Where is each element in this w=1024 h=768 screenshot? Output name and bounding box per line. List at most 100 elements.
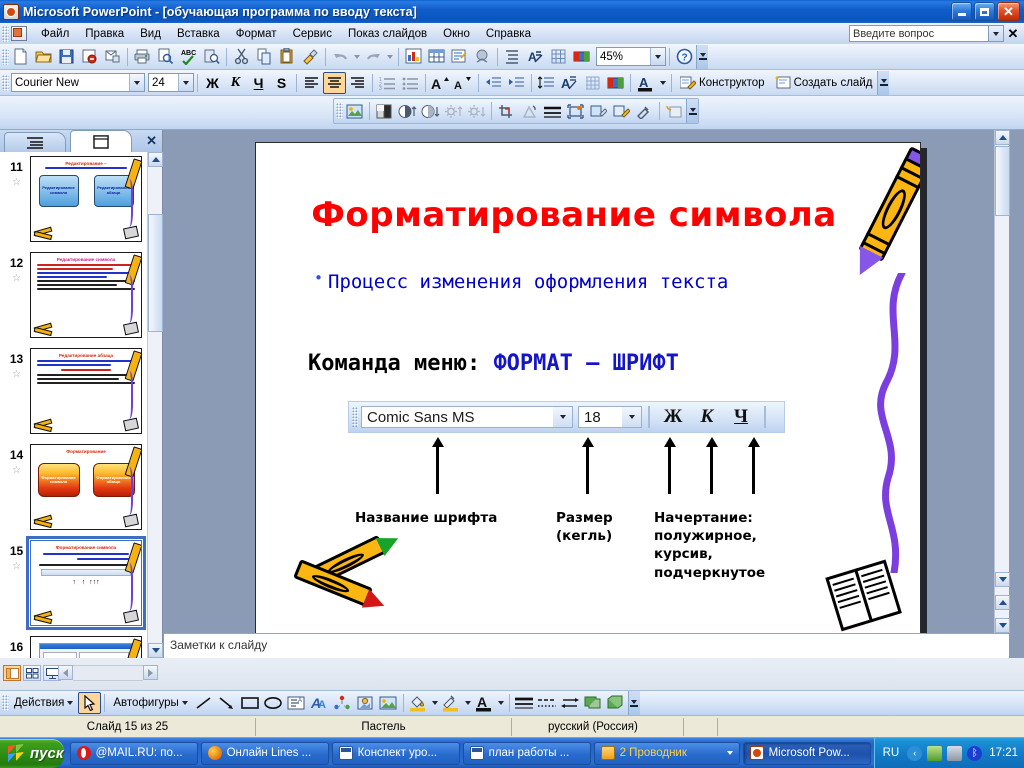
picture-icon[interactable]: [377, 692, 400, 714]
bulleted-list-icon[interactable]: [399, 72, 422, 94]
ask-question-dropdown[interactable]: [989, 25, 1004, 42]
decrease-line-spacing-icon[interactable]: A: [558, 72, 581, 94]
redo-dropdown-icon[interactable]: [385, 46, 395, 68]
menu-item-format[interactable]: Формат: [228, 25, 285, 43]
design-button[interactable]: Конструктор: [675, 74, 770, 92]
set-transparent-color-icon[interactable]: [633, 100, 656, 122]
shadow-style-icon[interactable]: [582, 692, 605, 714]
taskbar-item-powerpoint[interactable]: Microsoft Pow...: [742, 741, 871, 765]
recolor-picture-icon[interactable]: [587, 100, 610, 122]
list-item[interactable]: 12 ☆ Редактирование символа: [0, 252, 148, 348]
color-scheme-icon[interactable]: [570, 46, 593, 68]
font-size-dropdown-arrow[interactable]: [178, 74, 193, 91]
text-box-icon[interactable]: A: [285, 692, 308, 714]
slides-tab[interactable]: [70, 130, 132, 152]
drawing-toolbar-grip[interactable]: [2, 695, 9, 711]
thumbnail-image[interactable]: Редактирование – Редактирование символа …: [30, 156, 142, 242]
system-icon[interactable]: [947, 745, 963, 761]
zoom-dropdown-arrow[interactable]: [650, 48, 665, 65]
standard-toolbar-overflow[interactable]: [696, 44, 708, 69]
rotate-left-icon[interactable]: [518, 100, 541, 122]
increase-font-icon[interactable]: A: [429, 72, 452, 94]
slide-sorter-view-button[interactable]: [23, 665, 41, 681]
menu-item-help[interactable]: Справка: [478, 25, 539, 43]
slide-command-line[interactable]: Команда меню: ФОРМАТ – ШРИФТ: [308, 351, 908, 376]
color-icon[interactable]: [373, 100, 396, 122]
menu-item-window[interactable]: Окно: [435, 25, 478, 43]
actions-menu-button[interactable]: Действия: [9, 695, 78, 711]
thumbnail-image[interactable]: [30, 636, 142, 658]
insert-picture-icon[interactable]: [343, 100, 366, 122]
less-brightness-icon[interactable]: [465, 100, 488, 122]
line-style-icon[interactable]: [541, 100, 564, 122]
menu-item-tools[interactable]: Сервис: [285, 25, 340, 43]
language-indicator[interactable]: RU: [883, 747, 900, 759]
insert-hyperlink-icon[interactable]: [471, 46, 494, 68]
previous-slide-button[interactable]: [995, 595, 1010, 610]
font-color-icon[interactable]: A: [473, 692, 496, 714]
new-slide-button[interactable]: Создать слайд: [770, 74, 878, 92]
close-document-button[interactable]: ✕: [1004, 26, 1022, 42]
font-name-combo[interactable]: Courier New: [11, 73, 145, 92]
select-objects-icon[interactable]: [78, 692, 102, 714]
arrow-style-icon[interactable]: [559, 692, 582, 714]
network-icon[interactable]: [927, 745, 943, 761]
3d-style-icon[interactable]: [605, 692, 628, 714]
autoshapes-menu-button[interactable]: Автофигуры: [108, 695, 192, 711]
arrow-icon[interactable]: [216, 692, 239, 714]
close-button[interactable]: ✕: [997, 2, 1020, 21]
taskbar-item-mailru[interactable]: @MAIL.RU: по...: [69, 741, 198, 765]
permission-icon[interactable]: [78, 46, 101, 68]
spelling-icon[interactable]: ABC: [177, 46, 200, 68]
decrease-font-icon[interactable]: A: [452, 72, 475, 94]
undo-icon[interactable]: [329, 46, 352, 68]
print-preview-icon[interactable]: [154, 46, 177, 68]
increase-indent-icon[interactable]: [505, 72, 528, 94]
italic-button[interactable]: К: [224, 72, 247, 94]
next-slide-button[interactable]: [995, 618, 1010, 633]
show-hidden-icon[interactable]: ‹: [907, 745, 923, 761]
thumbnail-image-selected[interactable]: Форматирование символа ↑ ↑ ↑↑↑: [26, 536, 146, 630]
menu-item-insert[interactable]: Вставка: [169, 25, 228, 43]
annotation-font-style[interactable]: Начертание: полужирное, курсив, подчеркн…: [654, 509, 765, 582]
line-style-icon[interactable]: [513, 692, 536, 714]
scroll-down-button[interactable]: [148, 643, 163, 658]
font-color-icon[interactable]: A: [634, 72, 657, 94]
menu-item-view[interactable]: Вид: [132, 25, 169, 43]
minimize-button[interactable]: [951, 2, 972, 21]
outline-tab[interactable]: [4, 132, 66, 152]
restore-button[interactable]: [974, 2, 995, 21]
list-item[interactable]: 11 ☆ Редактирование – Редактирование сим…: [0, 156, 148, 252]
menu-item-edit[interactable]: Правка: [77, 25, 132, 43]
list-item[interactable]: 16 ☆: [0, 636, 148, 658]
thumbnail-scrollbar[interactable]: [147, 152, 163, 658]
show-formatting-icon[interactable]: A: [524, 46, 547, 68]
format-picture-icon[interactable]: [610, 100, 633, 122]
list-item[interactable]: 14 ☆ Форматирование Форматирование симво…: [0, 444, 148, 540]
insert-table-icon[interactable]: [425, 46, 448, 68]
less-contrast-icon[interactable]: [419, 100, 442, 122]
menu-item-file[interactable]: Файл: [33, 25, 77, 43]
normal-view-button[interactable]: [3, 665, 21, 681]
thumbnail-list[interactable]: 11 ☆ Редактирование – Редактирование сим…: [0, 152, 148, 658]
paste-icon[interactable]: [276, 46, 299, 68]
help-icon[interactable]: ?: [673, 46, 696, 68]
wordart-icon[interactable]: AA: [308, 692, 331, 714]
align-left-icon[interactable]: [300, 72, 323, 94]
diagram-icon[interactable]: [331, 692, 354, 714]
new-icon[interactable]: [9, 46, 32, 68]
line-spacing-icon[interactable]: [535, 72, 558, 94]
ask-question-input[interactable]: Введите вопрос: [849, 25, 989, 42]
thumbnail-image[interactable]: Редактирование символа: [30, 252, 142, 338]
clipart-icon[interactable]: [354, 692, 377, 714]
font-color-dropdown-icon[interactable]: [496, 692, 506, 714]
crop-icon[interactable]: [495, 100, 518, 122]
picture-toolbar-grip[interactable]: [336, 103, 343, 119]
thumbnail-image[interactable]: Форматирование Форматирование символа Фо…: [30, 444, 142, 530]
slide-title[interactable]: Форматирование символа: [294, 195, 854, 235]
embedded-font-toolbar-image[interactable]: Comic Sans MS 18 Ж К Ч: [348, 401, 785, 433]
menu-grip[interactable]: [2, 25, 9, 42]
close-pane-button[interactable]: ✕: [146, 133, 157, 149]
copy-icon[interactable]: [253, 46, 276, 68]
insert-chart-icon[interactable]: [402, 46, 425, 68]
